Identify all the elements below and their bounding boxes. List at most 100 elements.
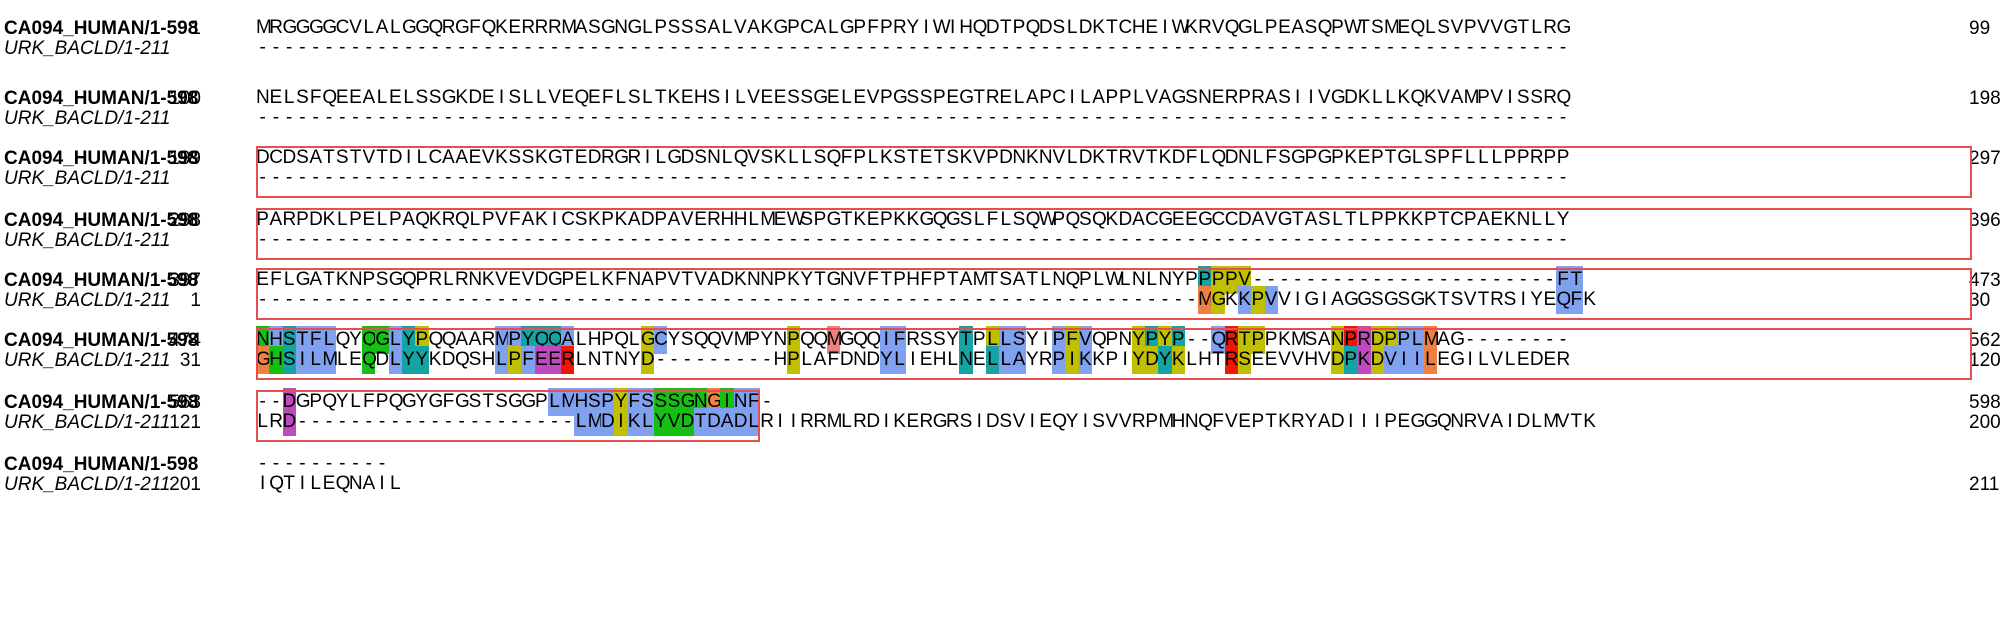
residue: -: [299, 229, 306, 250]
residue: T: [1570, 411, 1583, 432]
residue: -: [989, 229, 996, 250]
residue: -: [551, 411, 558, 432]
residue: P: [508, 346, 522, 374]
residue: -: [896, 167, 903, 188]
residue: -: [1214, 37, 1222, 58]
residue: -: [1347, 37, 1354, 58]
residue: -: [830, 37, 837, 58]
residue: -: [591, 107, 598, 128]
residue: -: [684, 37, 691, 58]
sequence-name[interactable]: URK_BACLD/1-211: [4, 412, 171, 434]
sequence-name[interactable]: URK_BACLD/1-211: [4, 38, 171, 60]
residue: -: [1321, 229, 1328, 250]
residue: -: [365, 167, 372, 188]
residue: -: [299, 289, 306, 310]
residue: -: [604, 107, 611, 128]
residue: -: [405, 107, 412, 128]
residue: A: [1317, 411, 1331, 432]
residue: -: [1400, 37, 1408, 58]
residue: -: [962, 107, 970, 128]
sequence-name[interactable]: URK_BACLD/1-211: [4, 474, 171, 496]
residue: -: [909, 229, 917, 250]
residue: -: [723, 107, 731, 128]
residue: -: [1082, 229, 1089, 250]
residue: I: [1361, 411, 1367, 432]
residue: -: [418, 107, 426, 128]
residue: -: [538, 37, 545, 58]
alignment-block: CA094_HUMAN/1-598 563- - D G P Q Y L F P Q G Y G F G S T S G…: [0, 388, 2001, 444]
residue: -: [949, 37, 956, 58]
residue: V: [1317, 349, 1331, 370]
residue: -: [272, 37, 280, 58]
residue: M: [1543, 411, 1560, 432]
residue: S: [959, 411, 973, 432]
residue: -: [365, 289, 372, 310]
residue: E: [919, 349, 933, 370]
residue: -: [763, 229, 771, 250]
residue: D: [1330, 346, 1345, 374]
residue: D: [866, 411, 881, 432]
residue: -: [325, 167, 333, 188]
residue: -: [816, 167, 824, 188]
residue: -: [1135, 107, 1142, 128]
residue: E: [906, 411, 920, 432]
residue: -: [723, 349, 731, 370]
residue: -: [1148, 167, 1155, 188]
sequence-name[interactable]: URK_BACLD/1-211: [4, 290, 171, 312]
residue: -: [922, 167, 930, 188]
residue: -: [843, 167, 850, 188]
residue: -: [1281, 229, 1288, 250]
residue: -: [272, 229, 280, 250]
residue: A: [1012, 346, 1026, 374]
residue: -: [816, 229, 824, 250]
residue: -: [1095, 167, 1102, 188]
residue: -: [1307, 37, 1315, 58]
residue: -: [1148, 229, 1155, 250]
residue: -: [1533, 167, 1540, 188]
residue: -: [684, 167, 691, 188]
residue: -: [1546, 229, 1553, 250]
residue: -: [405, 37, 412, 58]
residue: E: [972, 349, 986, 370]
residue: -: [723, 229, 731, 250]
residue: E: [1397, 411, 1411, 432]
residue: -: [1506, 229, 1514, 250]
residue: -: [524, 289, 532, 310]
residue: R: [813, 411, 828, 432]
sequence-name[interactable]: URK_BACLD/1-211: [4, 350, 171, 372]
residue: -: [1321, 167, 1328, 188]
residue: -: [670, 289, 678, 310]
residue: P: [1251, 286, 1265, 314]
sequence-name[interactable]: URK_BACLD/1-211: [4, 230, 171, 252]
residue: -: [1161, 229, 1169, 250]
residue: -: [1108, 107, 1116, 128]
residue: -: [1281, 37, 1288, 58]
start-position: 121: [169, 412, 201, 433]
residue: -: [1427, 37, 1434, 58]
residue: -: [1082, 289, 1089, 310]
residue: -: [1201, 107, 1208, 128]
residue: -: [299, 37, 306, 58]
sequence-name[interactable]: URK_BACLD/1-211: [4, 168, 171, 190]
residue: K: [1357, 346, 1371, 374]
residue: -: [776, 37, 784, 58]
residue: -: [1042, 167, 1049, 188]
residue: -: [949, 107, 956, 128]
residue: -: [591, 37, 598, 58]
residue: V: [1105, 411, 1119, 432]
residue: -: [1480, 229, 1487, 250]
residue: -: [392, 37, 399, 58]
residue: A: [720, 408, 734, 436]
residue: I: [910, 349, 916, 370]
residue: -: [684, 349, 691, 370]
residue: -: [1559, 229, 1567, 250]
residue: S: [1370, 289, 1384, 310]
residue: -: [498, 167, 505, 188]
residue: -: [949, 229, 956, 250]
residue: D: [1330, 411, 1345, 432]
residue: -: [591, 167, 598, 188]
residue: -: [1108, 289, 1116, 310]
residue: -: [405, 167, 412, 188]
residue: -: [524, 411, 532, 432]
sequence-name[interactable]: URK_BACLD/1-211: [4, 108, 171, 130]
